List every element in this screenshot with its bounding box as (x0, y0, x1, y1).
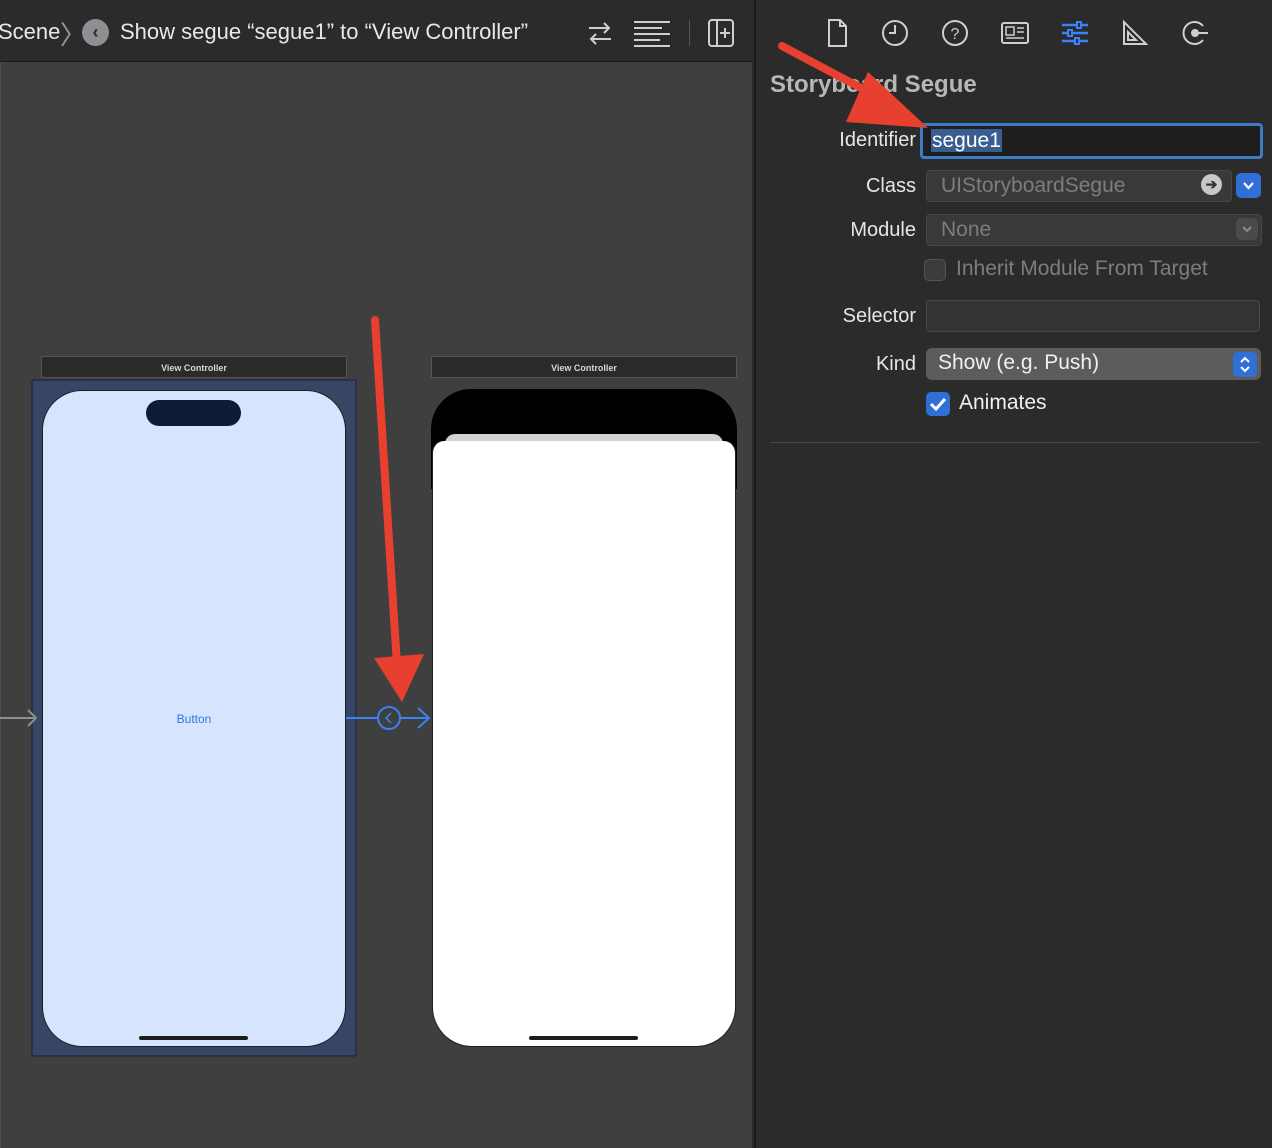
updown-chevron-icon[interactable] (1233, 352, 1257, 377)
identity-icon[interactable] (998, 16, 1032, 50)
connections-icon[interactable] (1178, 16, 1212, 50)
dynamic-island (146, 400, 241, 426)
animates-checkbox[interactable] (926, 392, 950, 416)
kind-label: Kind (875, 353, 916, 375)
section-title: Storyboard Segue (770, 71, 977, 98)
module-field[interactable]: None (926, 214, 1262, 246)
identifier-value[interactable]: segue1 (931, 129, 1002, 152)
breadcrumb-segue[interactable]: Show segue “segue1” to “View Controller” (120, 19, 528, 45)
class-dropdown-chevron-icon[interactable] (1236, 173, 1261, 198)
history-icon[interactable] (878, 16, 912, 50)
kind-popup-button[interactable]: Show (e.g. Push) (926, 348, 1261, 380)
size-icon[interactable] (1118, 16, 1152, 50)
segue-icon: ‹ (82, 19, 109, 46)
section-divider (770, 442, 1260, 443)
file-icon[interactable] (820, 16, 854, 50)
help-icon[interactable]: ? (938, 16, 972, 50)
storyboard-button[interactable]: Button (150, 709, 238, 729)
animates-label: Animates (959, 391, 1047, 414)
class-label: Class (865, 175, 916, 197)
attributes-inspector: ? Storyboard Segue Identifier segue1 Cla… (754, 0, 1272, 1148)
swap-arrows-icon[interactable] (585, 16, 615, 50)
selector-field[interactable] (926, 300, 1260, 332)
inspector-tab-bar: ? (756, 0, 1272, 62)
inherit-module-label: Inherit Module From Target (956, 257, 1208, 280)
scene2-title-bar[interactable]: View Controller (431, 356, 737, 378)
attributes-icon[interactable] (1058, 16, 1092, 50)
module-dropdown-chevron-icon[interactable] (1236, 218, 1258, 240)
class-field[interactable]: UIStoryboardSegue (926, 170, 1232, 202)
home-indicator-2 (529, 1036, 638, 1040)
home-indicator (139, 1036, 248, 1040)
identifier-label: Identifier (839, 129, 916, 151)
storyboard-canvas[interactable]: Scene 〉 ‹ Show segue “segue1” to “View C… (0, 0, 752, 1148)
editor-options-icon[interactable] (632, 16, 672, 50)
scene1-title-bar[interactable]: View Controller (41, 356, 347, 378)
scene2-device[interactable] (432, 441, 736, 1047)
add-editor-icon[interactable] (706, 16, 736, 50)
module-label: Module (850, 219, 916, 241)
breadcrumb-scene[interactable]: Scene (0, 19, 60, 45)
toolbar-divider (689, 20, 690, 46)
selector-label: Selector (842, 305, 916, 327)
inherit-module-checkbox[interactable] (924, 259, 946, 281)
jump-bar: Scene 〉 ‹ Show segue “segue1” to “View C… (0, 0, 752, 62)
svg-text:?: ? (951, 26, 960, 43)
identifier-field[interactable]: segue1 (920, 123, 1263, 159)
goto-arrow-icon[interactable]: ➔ (1201, 174, 1222, 195)
canvas-edge (0, 62, 1, 1148)
